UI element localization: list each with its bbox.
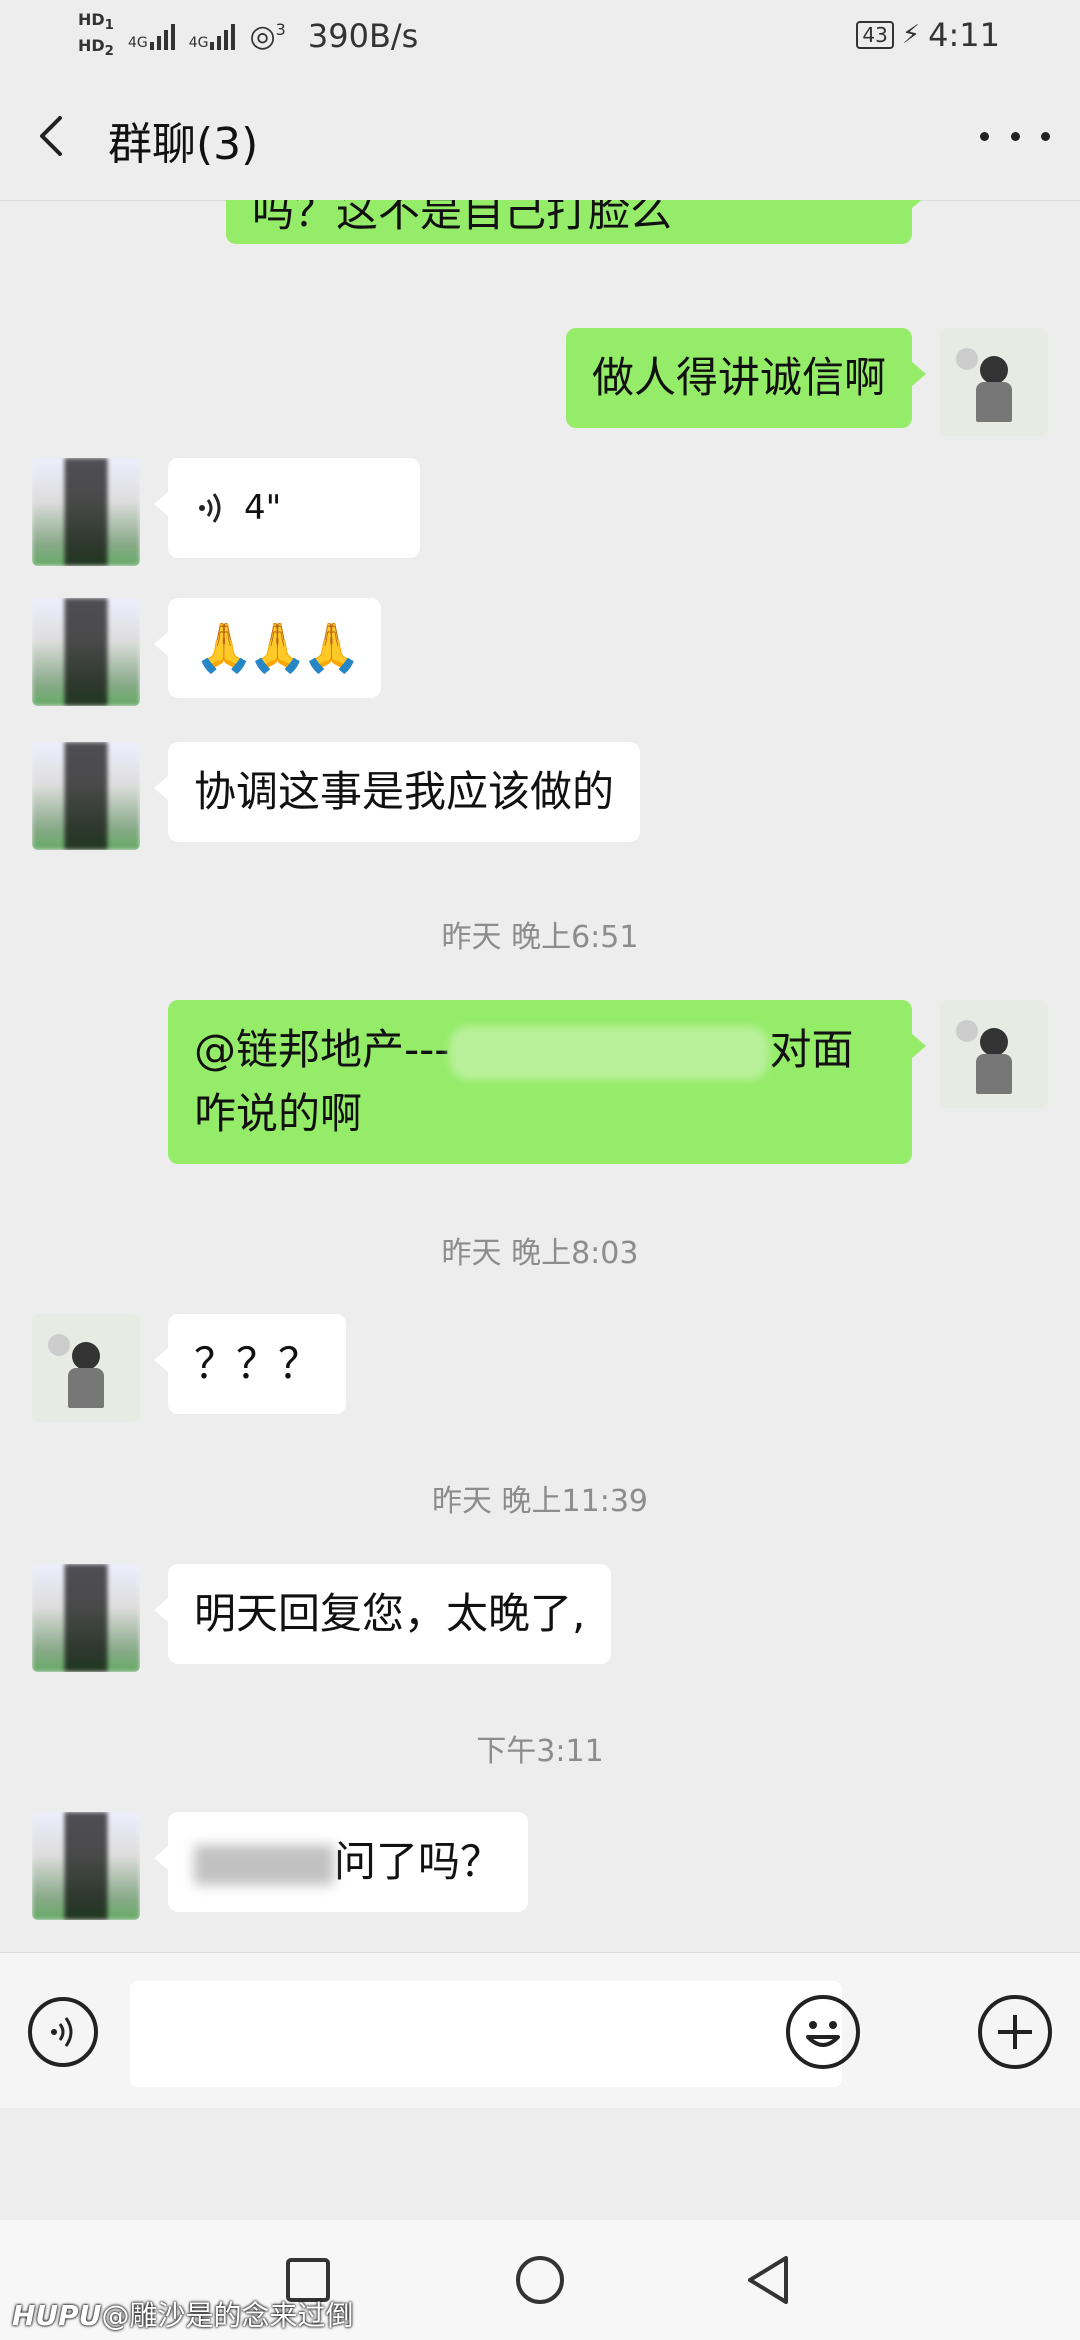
- charging-bolt-icon: ⚡: [901, 20, 921, 50]
- keyboard-spacer: [0, 2108, 1080, 2220]
- redacted-text: [194, 1844, 334, 1885]
- timestamp: 昨天 晚上6:51: [441, 920, 639, 955]
- battery-icon: 43: [856, 21, 894, 49]
- circle-icon: [516, 2256, 564, 2304]
- voice-wave-icon: [199, 493, 221, 523]
- message-bubble[interactable]: 做人得讲诚信啊: [565, 328, 927, 428]
- avatar[interactable]: [940, 1000, 1048, 1108]
- signal-bars-icon: [149, 22, 175, 51]
- redacted-text: [449, 1025, 770, 1080]
- chevron-left-icon: [40, 116, 62, 156]
- home-button[interactable]: [510, 2250, 570, 2310]
- signal-bars-icon: [210, 22, 236, 51]
- status-left: HD1 HD2 4G 4G ◎3 390B/s: [78, 10, 418, 62]
- message-bubble[interactable]: @链邦地产--- 对面 咋说的啊: [168, 1000, 926, 1164]
- avatar[interactable]: [940, 328, 1048, 436]
- voice-duration: 4": [244, 488, 282, 528]
- page-title: 群聊(3): [108, 119, 259, 170]
- triangle-back-icon: [748, 2256, 788, 2304]
- status-right: 43 ⚡ 4:11: [856, 16, 1000, 54]
- more-dots-icon: [980, 131, 989, 141]
- message-bubble[interactable]: 协调这事是我应该做的: [153, 742, 641, 842]
- clock: 4:11: [928, 16, 1000, 54]
- avatar-image: [32, 1564, 140, 1672]
- avatar-image: [32, 458, 140, 566]
- signal-1: 4G: [127, 22, 175, 52]
- hd2-indicator: HD2: [78, 36, 114, 60]
- message-text: 问了吗？: [334, 1837, 503, 1886]
- hd1-indicator: HD1: [78, 10, 114, 34]
- avatar[interactable]: [32, 458, 140, 566]
- chat-message-list[interactable]: 吗？这不是自己打脸么 做人得讲诚信啊 4" 🙏🙏🙏 协调这事是我应该做的 昨天 …: [0, 200, 1080, 1952]
- watermark: HUPU@雕沙是的念来过倒: [12, 2294, 353, 2334]
- watermark-brand: HUPU: [12, 2299, 102, 2332]
- input-bar: [0, 1952, 1080, 2109]
- more-actions-button[interactable]: [978, 1995, 1052, 2069]
- hd-indicators: HD1 HD2: [78, 10, 114, 62]
- avatar-image: [32, 598, 140, 706]
- avatar[interactable]: [32, 742, 140, 850]
- status-bar: HD1 HD2 4G 4G ◎3 390B/s 43 ⚡ 4:11: [0, 0, 1080, 70]
- voice-message[interactable]: 4": [154, 458, 420, 558]
- timestamp: 下午3:11: [476, 1734, 604, 1769]
- voice-input-button[interactable]: [28, 1997, 98, 2067]
- net-speed: 390B/s: [307, 17, 419, 56]
- system-nav-bar: HUPU@雕沙是的念来过倒: [0, 2220, 1080, 2340]
- hotspot-icon: ◎3: [249, 18, 286, 54]
- message-bubble[interactable]: ？？？: [153, 1314, 347, 1414]
- message-bubble[interactable]: 问了吗？: [153, 1812, 529, 1912]
- voice-wave-icon: [51, 2017, 73, 2047]
- avatar-image: [32, 1314, 140, 1422]
- message-bubble[interactable]: 🙏🙏🙏: [153, 598, 382, 698]
- avatar[interactable]: [32, 1812, 140, 1920]
- message-bubble[interactable]: 吗？这不是自己打脸么: [226, 200, 926, 244]
- timestamp: 昨天 晚上11:39: [432, 1484, 648, 1519]
- avatar[interactable]: [32, 1564, 140, 1672]
- timestamp: 昨天 晚上8:03: [441, 1236, 639, 1271]
- mention-text: @链邦地产---: [194, 1025, 450, 1074]
- chat-header: 群聊(3): [0, 70, 1080, 201]
- plus-icon: [998, 2015, 1032, 2049]
- message-input[interactable]: [130, 1981, 842, 2087]
- avatar-image: [32, 742, 140, 850]
- avatar-image: [940, 328, 1048, 436]
- more-dot: [1010, 131, 1020, 141]
- emoji-button[interactable]: [786, 1995, 860, 2069]
- message-text: 对面: [769, 1025, 854, 1074]
- avatar-image: [940, 1000, 1048, 1108]
- signal-2-label: 4G: [188, 35, 209, 52]
- avatar-image: [32, 1812, 140, 1920]
- back-button[interactable]: [28, 106, 78, 166]
- message-bubble[interactable]: 明天回复您，太晚了,: [153, 1564, 612, 1664]
- message-text: 咋说的啊: [194, 1089, 363, 1138]
- smiley-icon: [806, 2021, 840, 2047]
- back-nav-button[interactable]: [740, 2250, 800, 2310]
- signal-2: 4G: [188, 22, 236, 52]
- avatar[interactable]: [32, 598, 140, 706]
- more-button[interactable]: [980, 106, 1050, 166]
- watermark-text: @雕沙是的念来过倒: [101, 2299, 354, 2332]
- more-dot: [1041, 131, 1050, 141]
- avatar[interactable]: [32, 1314, 140, 1422]
- signal-1-label: 4G: [127, 35, 148, 52]
